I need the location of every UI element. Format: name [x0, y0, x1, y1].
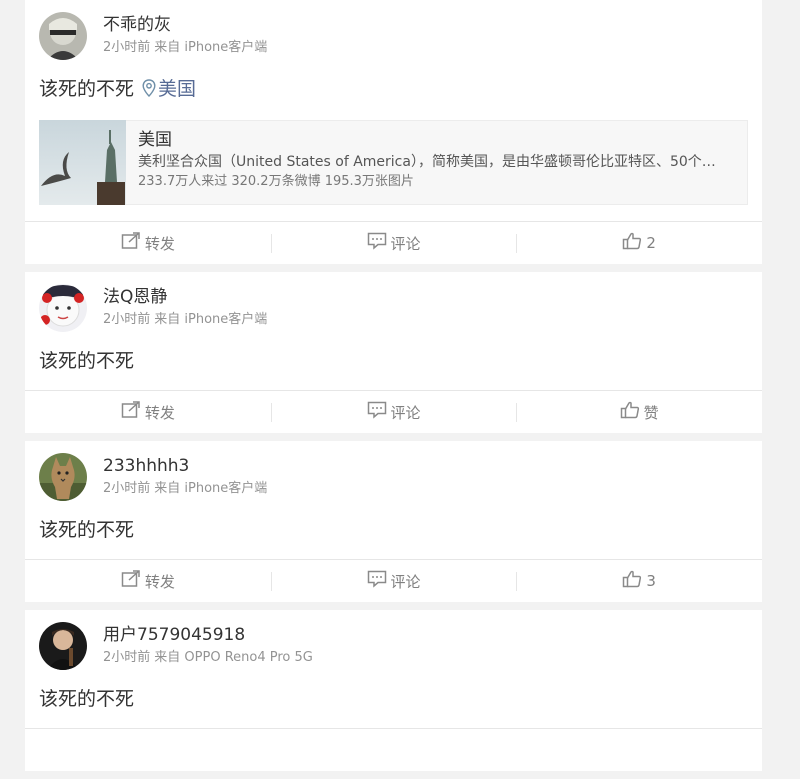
- place-description: 美利坚合众国（United States of America），简称美国，是由…: [138, 154, 716, 170]
- repost-icon: [121, 232, 145, 254]
- username[interactable]: 233hhhh3: [103, 455, 267, 477]
- avatar[interactable]: [39, 453, 87, 501]
- place-name: 美国: [138, 130, 172, 150]
- post-text: 该死的不死: [39, 688, 135, 710]
- like-count: 3: [646, 572, 656, 590]
- post-card: 法Q恩静 2小时前 来自 iPhone客户端 该死的不死 转发 评论 赞: [25, 272, 762, 433]
- post-card: 不乖的灰 2小时前 来自 iPhone客户端 该死的不死 美国 美国 美利坚合众…: [25, 0, 762, 264]
- like-button[interactable]: 赞: [516, 391, 762, 433]
- thumbs-up-icon: [622, 570, 646, 592]
- action-bar: 转发 评论 3: [25, 559, 762, 602]
- thumbs-up-icon: [622, 232, 646, 254]
- comment-icon: [367, 232, 391, 254]
- repost-button[interactable]: 转发: [25, 560, 271, 602]
- repost-icon: [121, 570, 145, 592]
- post-time: 2小时前: [103, 40, 151, 55]
- post-source: 来自 iPhone客户端: [154, 481, 268, 496]
- place-card[interactable]: 美国 美利坚合众国（United States of America），简称美国…: [39, 120, 748, 205]
- post-source: 来自 OPPO Reno4 Pro 5G: [154, 650, 313, 665]
- location-link[interactable]: 美国: [158, 78, 196, 100]
- location-pin-icon: [142, 78, 156, 104]
- post-text: 该死的不死: [39, 519, 135, 541]
- avatar[interactable]: [39, 12, 87, 60]
- repost-label: 转发: [144, 403, 175, 422]
- repost-button[interactable]: 转发: [25, 391, 271, 433]
- avatar[interactable]: [39, 284, 87, 332]
- action-bar: 转发 评论 2: [25, 221, 762, 264]
- post-source: 来自 iPhone客户端: [154, 312, 268, 327]
- like-button[interactable]: 3: [516, 560, 762, 602]
- avatar[interactable]: [39, 622, 87, 670]
- comment-icon: [367, 401, 391, 423]
- post-card: 用户7579045918 2小时前 来自 OPPO Reno4 Pro 5G 该死…: [25, 610, 762, 771]
- thumbs-up-icon: [620, 401, 644, 423]
- like-count: 2: [646, 234, 656, 252]
- post-text: 该死的不死 美国: [39, 62, 748, 120]
- post-text: 该死的不死: [39, 350, 135, 372]
- username[interactable]: 法Q恩静: [103, 286, 267, 308]
- place-stats: 233.7万人来过 320.2万条微博 195.3万张图片: [138, 174, 414, 189]
- comment-icon: [367, 570, 391, 592]
- feed: 不乖的灰 2小时前 来自 iPhone客户端 该死的不死 美国 美国 美利坚合众…: [25, 0, 762, 779]
- post-source: 来自 iPhone客户端: [154, 40, 268, 55]
- post-text-content: 该死的不死: [39, 78, 135, 100]
- comment-label: 评论: [390, 572, 421, 591]
- like-label: 赞: [643, 403, 659, 422]
- like-button[interactable]: 2: [516, 222, 762, 264]
- repost-button[interactable]: 转发: [25, 222, 271, 264]
- comment-button[interactable]: 评论: [270, 560, 517, 602]
- place-thumbnail: [39, 120, 126, 205]
- post-card: 233hhhh3 2小时前 来自 iPhone客户端 该死的不死 转发 评论 3: [25, 441, 762, 602]
- post-time: 2小时前: [103, 481, 151, 496]
- repost-label: 转发: [144, 572, 175, 591]
- repost-icon: [121, 401, 145, 423]
- repost-label: 转发: [144, 234, 175, 253]
- username[interactable]: 用户7579045918: [103, 624, 313, 646]
- post-time: 2小时前: [103, 650, 151, 665]
- action-bar: [25, 728, 762, 771]
- action-bar: 转发 评论 赞: [25, 390, 762, 433]
- comment-label: 评论: [390, 234, 421, 253]
- username[interactable]: 不乖的灰: [103, 14, 267, 36]
- comment-label: 评论: [390, 403, 421, 422]
- post-time: 2小时前: [103, 312, 151, 327]
- comment-button[interactable]: 评论: [270, 222, 517, 264]
- comment-button[interactable]: 评论: [270, 391, 517, 433]
